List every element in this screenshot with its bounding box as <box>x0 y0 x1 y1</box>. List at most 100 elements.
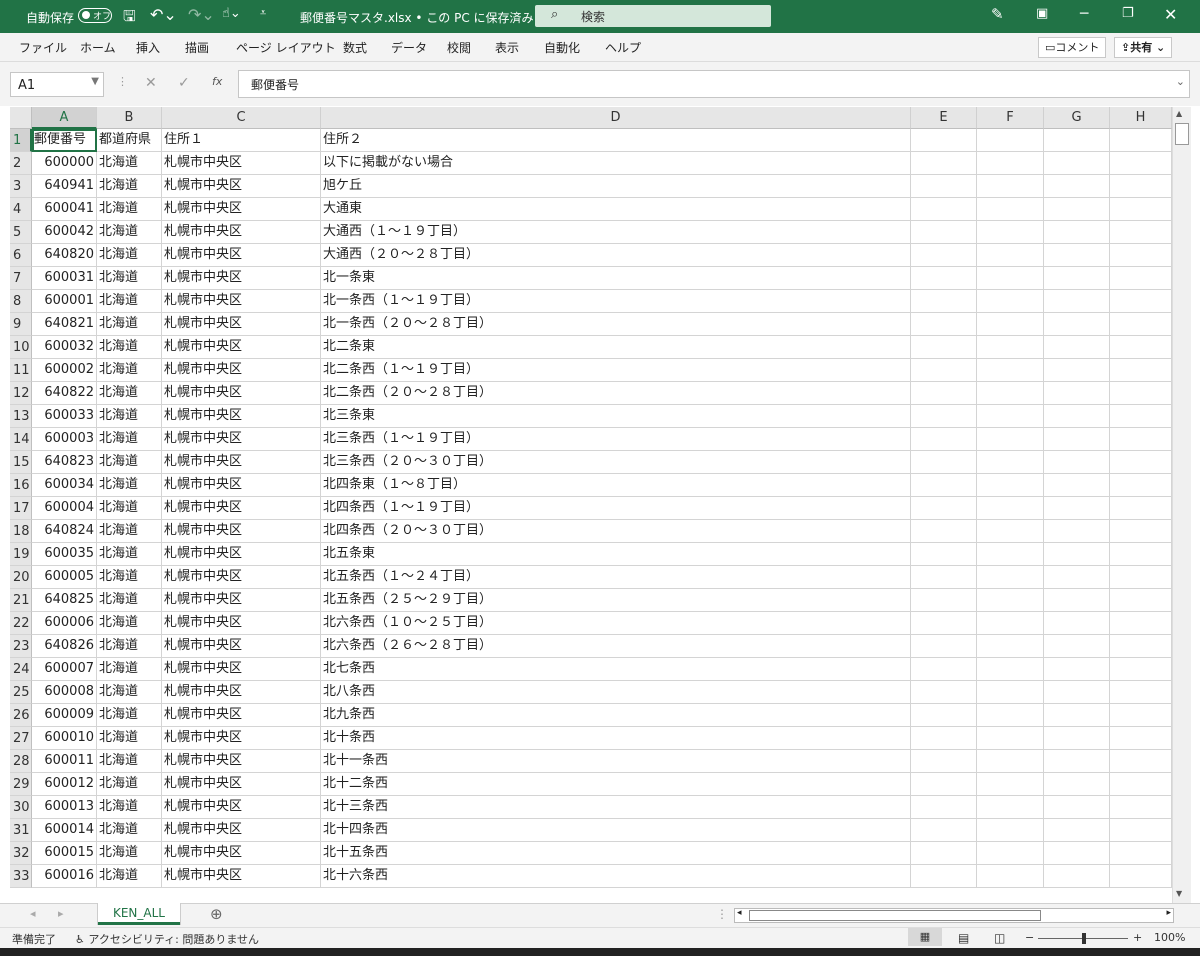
cell[interactable] <box>1110 750 1172 773</box>
cell[interactable] <box>1044 658 1110 681</box>
column-header-b[interactable]: B <box>97 107 162 129</box>
cell[interactable]: 大通西（２０〜２８丁目） <box>321 244 911 267</box>
cell[interactable]: 札幌市中央区 <box>162 865 321 888</box>
cell[interactable] <box>1110 129 1172 152</box>
cell[interactable]: 北海道 <box>97 198 162 221</box>
cell[interactable]: 600003 <box>32 428 97 451</box>
cell[interactable]: 北三条西（１〜１９丁目） <box>321 428 911 451</box>
cell[interactable] <box>1044 474 1110 497</box>
menu-view[interactable]: 表示 <box>495 39 519 56</box>
cell[interactable]: 600006 <box>32 612 97 635</box>
cell[interactable] <box>977 175 1044 198</box>
cell[interactable] <box>911 750 977 773</box>
cell[interactable]: 北六条西（１０〜２５丁目） <box>321 612 911 635</box>
cell[interactable]: 600034 <box>32 474 97 497</box>
cell[interactable]: 600035 <box>32 543 97 566</box>
column-header-g[interactable]: G <box>1044 107 1110 129</box>
cell[interactable] <box>911 819 977 842</box>
cell[interactable]: 北海道 <box>97 175 162 198</box>
cell[interactable]: 北十一条西 <box>321 750 911 773</box>
scroll-right-icon[interactable]: ▸ <box>1166 908 1171 918</box>
cell[interactable]: 札幌市中央区 <box>162 543 321 566</box>
normal-view-icon[interactable]: ▦ <box>908 928 942 946</box>
cell[interactable]: 北五条西（１〜２４丁目） <box>321 566 911 589</box>
menu-insert[interactable]: 挿入 <box>136 39 160 56</box>
cell[interactable] <box>977 773 1044 796</box>
cell[interactable] <box>1110 543 1172 566</box>
cell[interactable]: 北海道 <box>97 221 162 244</box>
cell[interactable] <box>911 543 977 566</box>
customize-qat-icon[interactable]: ⩡ <box>260 6 266 20</box>
cell[interactable] <box>1044 290 1110 313</box>
cell[interactable]: 札幌市中央区 <box>162 658 321 681</box>
cell[interactable] <box>977 681 1044 704</box>
cell[interactable]: 札幌市中央区 <box>162 681 321 704</box>
cell[interactable]: 北海道 <box>97 773 162 796</box>
cell[interactable] <box>1044 750 1110 773</box>
next-sheet-icon[interactable]: ▸ <box>58 907 64 920</box>
row-header[interactable]: 28 <box>10 750 32 773</box>
close-icon[interactable]: ✕ <box>1164 5 1177 24</box>
row-header[interactable]: 12 <box>10 382 32 405</box>
cell[interactable]: 600033 <box>32 405 97 428</box>
cell[interactable] <box>1044 520 1110 543</box>
cell[interactable]: 北一条西（１〜１９丁目） <box>321 290 911 313</box>
cell[interactable]: 札幌市中央区 <box>162 313 321 336</box>
cell[interactable]: 北九条西 <box>321 704 911 727</box>
cell[interactable]: 北海道 <box>97 543 162 566</box>
cell[interactable]: 北一条東 <box>321 267 911 290</box>
cell[interactable]: 以下に掲載がない場合 <box>321 152 911 175</box>
cell[interactable]: 北七条西 <box>321 658 911 681</box>
cell[interactable] <box>1110 658 1172 681</box>
cell[interactable]: 北海道 <box>97 658 162 681</box>
cell[interactable]: 600012 <box>32 773 97 796</box>
cell[interactable]: 住所２ <box>321 129 911 152</box>
cell[interactable] <box>1044 842 1110 865</box>
cell[interactable]: 北海道 <box>97 819 162 842</box>
zoom-out-icon[interactable]: − <box>1025 931 1034 944</box>
row-header[interactable]: 16 <box>10 474 32 497</box>
cell[interactable] <box>911 290 977 313</box>
cell[interactable]: 北海道 <box>97 497 162 520</box>
cell[interactable]: 北十四条西 <box>321 819 911 842</box>
cell[interactable] <box>1044 635 1110 658</box>
row-header[interactable]: 3 <box>10 175 32 198</box>
cell[interactable] <box>1044 428 1110 451</box>
row-header[interactable]: 33 <box>10 865 32 888</box>
cell[interactable]: 札幌市中央区 <box>162 520 321 543</box>
cell[interactable] <box>1044 704 1110 727</box>
cell[interactable]: 北五条西（２５〜２９丁目） <box>321 589 911 612</box>
column-header-a[interactable]: A <box>32 107 97 129</box>
cell[interactable] <box>1044 359 1110 382</box>
row-header[interactable]: 31 <box>10 819 32 842</box>
zoom-level[interactable]: 100% <box>1154 931 1185 944</box>
row-header[interactable]: 14 <box>10 428 32 451</box>
file-title[interactable]: 郵便番号マスタ.xlsx • この PC に保存済み ⌄ <box>300 9 547 26</box>
cell[interactable] <box>911 129 977 152</box>
cell[interactable]: 640821 <box>32 313 97 336</box>
cell[interactable]: 札幌市中央区 <box>162 589 321 612</box>
scroll-left-icon[interactable]: ◂ <box>737 908 742 918</box>
cell[interactable] <box>911 658 977 681</box>
cell[interactable] <box>1110 336 1172 359</box>
cell[interactable] <box>977 405 1044 428</box>
cell[interactable] <box>911 865 977 888</box>
cell[interactable] <box>977 451 1044 474</box>
vertical-scrollbar[interactable]: ▲ ▼ <box>1172 107 1191 903</box>
cell[interactable]: 北十五条西 <box>321 842 911 865</box>
cell[interactable] <box>1110 497 1172 520</box>
cell[interactable]: 640825 <box>32 589 97 612</box>
cell[interactable]: 札幌市中央区 <box>162 773 321 796</box>
cell[interactable] <box>1044 451 1110 474</box>
cell[interactable] <box>1110 359 1172 382</box>
ribbon-display-icon[interactable]: ▣ <box>1036 6 1048 21</box>
cell[interactable]: 北海道 <box>97 842 162 865</box>
cell[interactable] <box>977 589 1044 612</box>
menu-page-layout[interactable]: ページ レイアウト <box>236 39 336 56</box>
cell[interactable]: 北六条西（２６〜２８丁目） <box>321 635 911 658</box>
cell[interactable] <box>1110 589 1172 612</box>
row-header[interactable]: 13 <box>10 405 32 428</box>
cell[interactable] <box>1110 405 1172 428</box>
cell[interactable]: 600010 <box>32 727 97 750</box>
cell[interactable] <box>977 267 1044 290</box>
